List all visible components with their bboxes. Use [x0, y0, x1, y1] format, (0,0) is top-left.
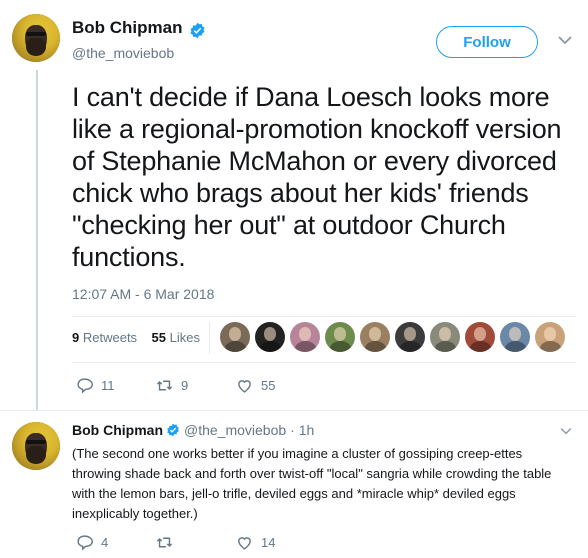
reply-actions: 4 14: [76, 534, 316, 551]
reply-action[interactable]: 4: [76, 534, 156, 551]
reply-author-handle[interactable]: @the_moviebob: [184, 422, 286, 438]
liker-avatar[interactable]: [465, 322, 495, 352]
thread-line: [36, 70, 38, 410]
retweet-action[interactable]: [156, 534, 236, 551]
reply-text: (The second one works better if you imag…: [72, 446, 552, 521]
tweet-timestamp[interactable]: 12:07 AM - 6 Mar 2018: [72, 286, 214, 302]
chevron-down-icon[interactable]: [558, 35, 572, 45]
heart-icon: [238, 380, 251, 393]
liker-avatar[interactable]: [430, 322, 460, 352]
reply-header: Bob Chipman @the_moviebob · 1h: [72, 422, 314, 438]
verified-badge-icon: [190, 22, 205, 39]
liker-avatar[interactable]: [255, 322, 285, 352]
likes-stat[interactable]: 55 Likes: [152, 330, 200, 345]
like-action[interactable]: 14: [236, 534, 316, 551]
author-name[interactable]: Bob Chipman: [72, 18, 183, 38]
retweets-stat[interactable]: 9 Retweets: [72, 330, 137, 345]
reply-icon: [77, 535, 93, 551]
stats-divider: [209, 322, 210, 354]
liker-avatar[interactable]: [360, 322, 390, 352]
liker-avatar[interactable]: [500, 322, 530, 352]
heart-icon: [238, 537, 251, 550]
tweet-text: I can't decide if Dana Loesch looks more…: [72, 82, 562, 272]
author-handle[interactable]: @the_moviebob: [72, 45, 174, 61]
divider: [72, 316, 576, 317]
chevron-down-icon[interactable]: [560, 427, 572, 435]
reply-author-avatar[interactable]: [12, 422, 60, 470]
liker-avatar[interactable]: [290, 322, 320, 352]
follow-button[interactable]: Follow: [436, 26, 538, 58]
reply-icon: [77, 378, 93, 394]
verified-badge-icon: [167, 423, 179, 437]
liker-avatars: [220, 322, 570, 356]
reply-time[interactable]: · 1h: [290, 422, 314, 438]
retweet-action[interactable]: 9: [156, 377, 236, 394]
liker-avatar[interactable]: [535, 322, 565, 352]
author-avatar[interactable]: [12, 14, 60, 62]
like-action[interactable]: 55: [236, 377, 316, 394]
reply-action[interactable]: 11: [76, 377, 156, 394]
liker-avatar[interactable]: [220, 322, 250, 352]
reply-author-name[interactable]: Bob Chipman: [72, 422, 163, 438]
tweet-actions: 11 9 55: [76, 377, 316, 394]
tweet-separator: [0, 410, 588, 411]
engagement-stats: 9 Retweets 55 Likes: [72, 330, 200, 345]
liker-avatar[interactable]: [395, 322, 425, 352]
retweet-icon: [156, 537, 173, 548]
divider: [72, 362, 576, 363]
liker-avatar[interactable]: [325, 322, 355, 352]
retweet-icon: [156, 380, 173, 391]
